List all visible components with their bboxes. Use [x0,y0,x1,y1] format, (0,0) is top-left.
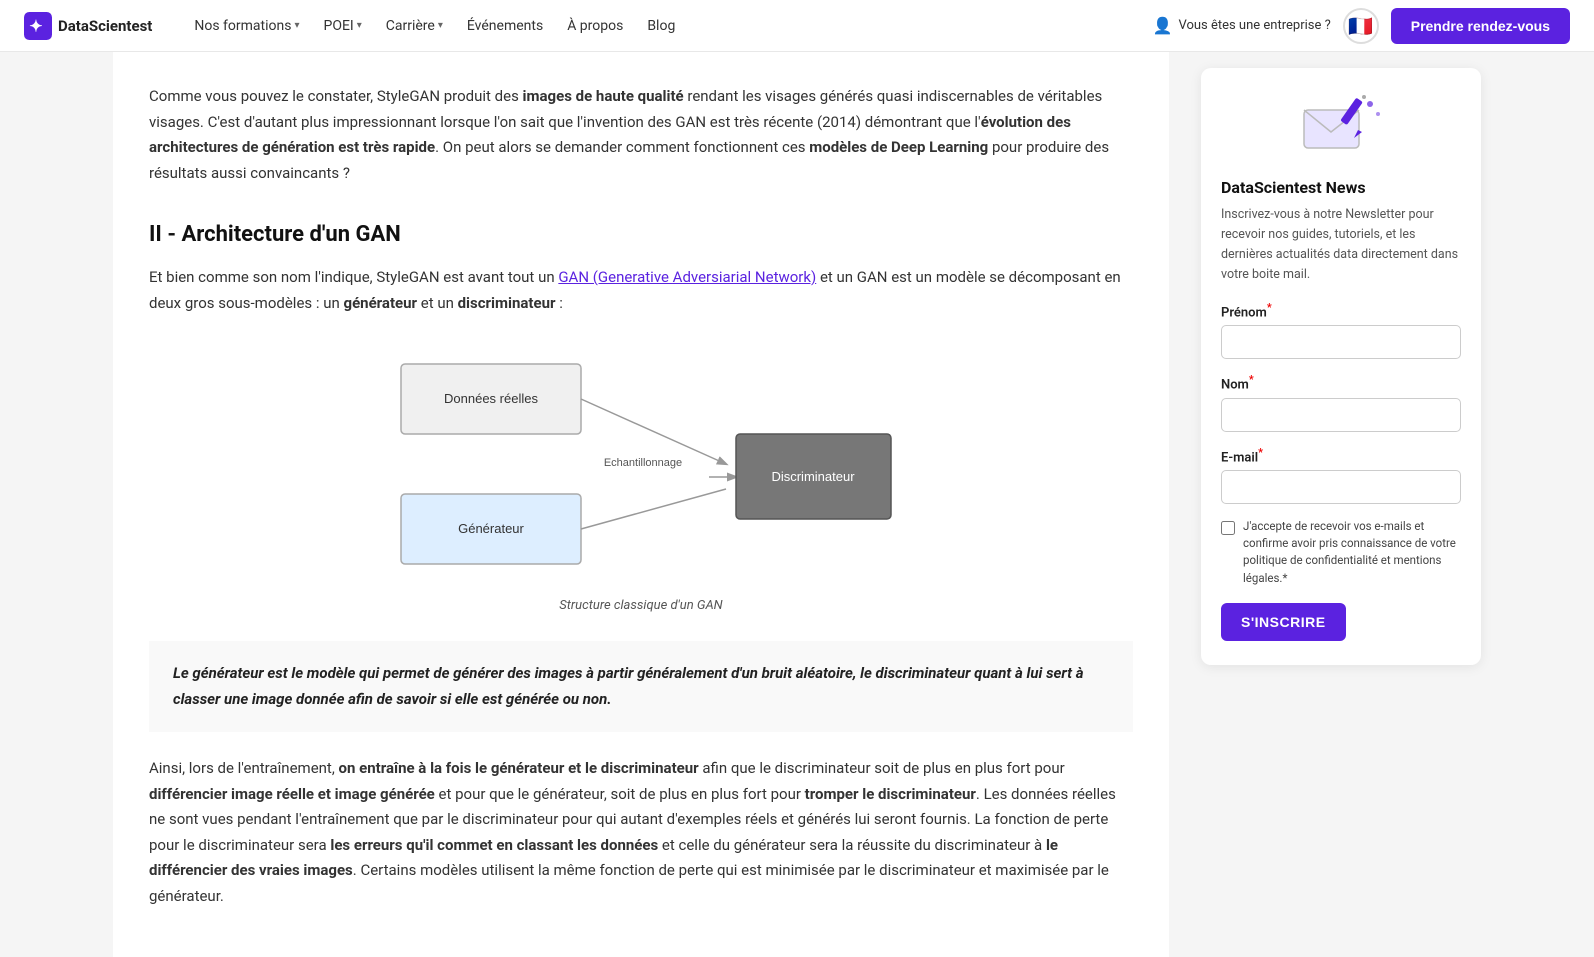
navbar: ✦ DataScientest Nos formations ▾ POEI ▾ … [0,0,1594,52]
nav-right: 👤 Vous êtes une entreprise ? 🇫🇷 Prendre … [1153,8,1570,44]
gan-link[interactable]: GAN (Generative Adversiarial Network) [558,268,816,286]
nom-input[interactable] [1221,398,1461,432]
prenom-label: Prénom* [1221,301,1461,320]
diagram-svg-wrapper: Données réelles Générateur Echantillonna… [371,344,911,588]
chevron-down-icon: ▾ [357,20,362,31]
svg-text:Discriminateur: Discriminateur [771,469,855,484]
nav-links: Nos formations ▾ POEI ▾ Carrière ▾ Événe… [184,12,1152,40]
nav-link-formations[interactable]: Nos formations ▾ [184,12,309,40]
enterprise-link[interactable]: 👤 Vous êtes une entreprise ? [1153,16,1331,35]
svg-text:Générateur: Générateur [458,521,524,536]
section-title: II - Architecture d'un GAN [149,222,1133,247]
gan-diagram-svg: Données réelles Générateur Echantillonna… [371,344,911,584]
logo-text: DataScientest [58,17,152,35]
prenom-input[interactable] [1221,325,1461,359]
intro-paragraph: Comme vous pouvez le constater, StyleGAN… [149,84,1133,186]
nav-link-blog[interactable]: Blog [637,12,685,40]
svg-text:Données réelles: Données réelles [444,391,538,406]
svg-text:✦: ✦ [29,16,42,35]
consent-row: J'accepte de recevoir vos e-mails et con… [1221,518,1461,587]
section-intro: Et bien comme son nom l'indique, StyleGA… [149,265,1133,316]
chevron-down-icon: ▾ [294,20,299,31]
newsletter-box: DataScientest News Inscrivez-vous à notr… [1201,68,1481,665]
nav-link-evenements[interactable]: Événements [457,12,553,40]
consent-label: J'accepte de recevoir vos e-mails et con… [1243,518,1461,587]
chevron-down-icon: ▾ [438,20,443,31]
newsletter-desc: Inscrivez-vous à notre Newsletter pour r… [1221,205,1461,285]
sidebar: DataScientest News Inscrivez-vous à notr… [1201,68,1481,665]
language-flag-button[interactable]: 🇫🇷 [1343,8,1379,44]
body-paragraph: Ainsi, lors de l'entraînement, on entraî… [149,756,1133,909]
gan-blockquote: Le générateur est le modèle qui permet d… [149,641,1133,732]
nav-link-poei[interactable]: POEI ▾ [314,12,372,40]
cta-button[interactable]: Prendre rendez-vous [1391,8,1570,44]
logo-icon: ✦ [24,12,52,40]
nom-label: Nom* [1221,373,1461,392]
newsletter-icon [1296,92,1386,162]
logo[interactable]: ✦ DataScientest [24,12,152,40]
email-input[interactable] [1221,470,1461,504]
newsletter-icon-area [1221,92,1461,166]
svg-text:Echantillonnage: Echantillonnage [604,457,682,469]
newsletter-title: DataScientest News [1221,178,1461,197]
main-content: Comme vous pouvez le constater, StyleGAN… [113,52,1169,957]
consent-checkbox[interactable] [1221,521,1235,535]
nav-link-apropos[interactable]: À propos [557,12,633,40]
diagram-caption: Structure classique d'un GAN [559,598,722,613]
page-wrapper: Comme vous pouvez le constater, StyleGAN… [97,52,1497,957]
gan-diagram: Données réelles Générateur Echantillonna… [149,344,1133,613]
subscribe-button[interactable]: S'INSCRIRE [1221,603,1346,641]
nav-link-carriere[interactable]: Carrière ▾ [376,12,453,40]
email-label: E-mail* [1221,446,1461,465]
